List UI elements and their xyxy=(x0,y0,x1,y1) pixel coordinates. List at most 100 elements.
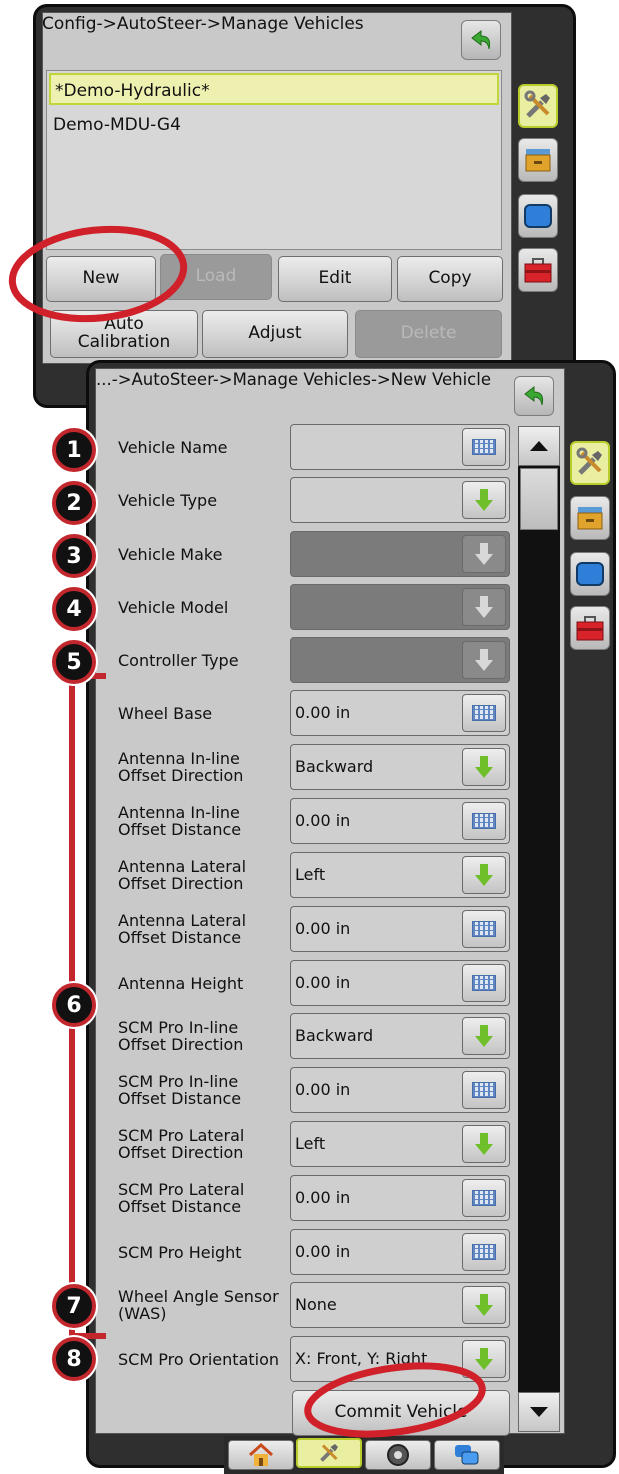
keyboard-button[interactable] xyxy=(462,910,506,948)
field-value: Backward xyxy=(295,757,374,776)
text-input-field[interactable]: 0.00 in xyxy=(290,798,510,844)
nav-home[interactable] xyxy=(228,1440,294,1470)
dropdown-button xyxy=(462,641,506,679)
text-input-field[interactable]: 0.00 in xyxy=(290,690,510,736)
display-icon xyxy=(524,204,552,228)
text-input-field[interactable]: 0.00 in xyxy=(290,1229,510,1275)
field-value: Left xyxy=(295,865,326,884)
tab-tools[interactable] xyxy=(518,248,558,292)
tools-icon xyxy=(576,447,602,475)
vehicle-name: Demo-MDU-G4 xyxy=(53,115,181,135)
setting-label: Antenna In-line Offset Distance xyxy=(118,803,242,839)
dropdown-button xyxy=(462,588,506,626)
setting-label: Controller Type xyxy=(118,650,239,670)
callout-marker-6: 6 xyxy=(52,983,96,1027)
callout-marker-4: 4 xyxy=(52,587,96,631)
setting-label: SCM Pro In-line Offset Distance xyxy=(118,1072,242,1108)
scroll-down-button[interactable] xyxy=(518,1392,560,1432)
highlight-ellipse-commit xyxy=(304,1362,486,1438)
scrollbar-track[interactable] xyxy=(518,426,560,1432)
tab-display[interactable] xyxy=(570,552,610,596)
down-arrow-icon xyxy=(475,596,493,618)
setting-label: SCM Pro Orientation xyxy=(118,1349,280,1369)
keyboard-button[interactable] xyxy=(462,1071,506,1109)
dropdown-button xyxy=(462,535,506,573)
nav-config[interactable] xyxy=(296,1438,362,1468)
keyboard-button[interactable] xyxy=(462,1233,506,1271)
setting-label: Vehicle Make xyxy=(118,544,223,564)
field-value: 0.00 in xyxy=(295,1188,351,1207)
down-arrow-icon xyxy=(475,1133,493,1155)
keyboard-icon xyxy=(472,813,496,829)
triangle-up-icon xyxy=(530,441,548,451)
tab-config-tools[interactable] xyxy=(518,84,558,128)
keyboard-icon xyxy=(472,975,496,991)
dropdown-field[interactable]: None xyxy=(290,1282,510,1328)
keyboard-button[interactable] xyxy=(462,694,506,732)
tools-icon xyxy=(320,1444,338,1462)
keyboard-button[interactable] xyxy=(462,964,506,1002)
triangle-down-icon xyxy=(530,1407,548,1417)
edit-button[interactable]: Edit xyxy=(278,256,392,302)
back-button[interactable] xyxy=(514,376,554,416)
down-arrow-icon xyxy=(475,649,493,671)
screens-icon xyxy=(455,1445,479,1465)
toolbox-icon xyxy=(524,258,552,283)
home-icon xyxy=(248,1443,274,1466)
tab-data[interactable] xyxy=(570,496,610,540)
keyboard-icon xyxy=(472,439,496,455)
tab-config-tools[interactable] xyxy=(570,441,610,485)
tools-icon xyxy=(524,90,550,118)
copy-button[interactable]: Copy xyxy=(397,256,503,302)
dropdown-field[interactable]: Left xyxy=(290,1121,510,1167)
dropdown-field[interactable]: Left xyxy=(290,852,510,898)
setting-label: Vehicle Type xyxy=(118,490,218,510)
setting-label: SCM Pro Height xyxy=(118,1242,242,1262)
keyboard-button[interactable] xyxy=(462,428,506,466)
keyboard-button[interactable] xyxy=(462,1179,506,1217)
dropdown-button[interactable] xyxy=(462,748,506,786)
field-value: Backward xyxy=(295,1026,374,1045)
adjust-button[interactable]: Adjust xyxy=(202,310,348,358)
field-value: 0.00 in xyxy=(295,973,351,992)
dropdown-button[interactable] xyxy=(462,1125,506,1163)
nav-screens[interactable] xyxy=(434,1440,500,1470)
dropdown-button[interactable] xyxy=(462,1017,506,1055)
tab-display[interactable] xyxy=(518,194,558,238)
keyboard-button[interactable] xyxy=(462,802,506,840)
text-input-field[interactable]: 0.00 in xyxy=(290,1175,510,1221)
nav-guidance[interactable] xyxy=(365,1440,431,1470)
dropdown-button[interactable] xyxy=(462,1286,506,1324)
dropdown-button[interactable] xyxy=(462,481,506,519)
text-input-field[interactable]: 0.00 in xyxy=(290,960,510,1006)
setting-label: SCM Pro Lateral Offset Direction xyxy=(118,1126,245,1162)
tab-data[interactable] xyxy=(518,138,558,182)
dropdown-field[interactable]: Backward xyxy=(290,744,510,790)
setting-label: Antenna Lateral Offset Direction xyxy=(118,857,247,893)
keyboard-icon xyxy=(472,705,496,721)
back-button[interactable] xyxy=(461,20,501,60)
back-arrow-icon xyxy=(524,385,544,406)
field-value: 0.00 in xyxy=(295,703,351,722)
dropdown-field[interactable]: Backward xyxy=(290,1013,510,1059)
dropdown-field[interactable] xyxy=(290,477,510,523)
field-value: 0.00 in xyxy=(295,811,351,830)
scrollbar-thumb[interactable] xyxy=(520,468,558,530)
setting-label: Vehicle Model xyxy=(118,597,229,617)
gauge-icon xyxy=(387,1444,409,1466)
field-value: 0.00 in xyxy=(295,1242,351,1261)
setting-label: SCM Pro In-line Offset Direction xyxy=(118,1018,244,1054)
text-input-field[interactable]: 0.00 in xyxy=(290,1067,510,1113)
tab-tools[interactable] xyxy=(570,606,610,650)
text-input-field[interactable] xyxy=(290,424,510,470)
delete-button[interactable]: Delete xyxy=(355,310,502,358)
down-arrow-icon xyxy=(475,543,493,565)
keyboard-icon xyxy=(472,1244,496,1260)
breadcrumb: ...->AutoSteer->Manage Vehicles->New Veh… xyxy=(96,370,491,389)
dropdown-button[interactable] xyxy=(462,856,506,894)
setting-label: Antenna In-line Offset Direction xyxy=(118,749,244,785)
list-item[interactable]: *Demo-Hydraulic* xyxy=(49,73,499,105)
list-item[interactable]: Demo-MDU-G4 xyxy=(49,109,499,141)
text-input-field[interactable]: 0.00 in xyxy=(290,906,510,952)
scroll-up-button[interactable] xyxy=(518,426,560,466)
